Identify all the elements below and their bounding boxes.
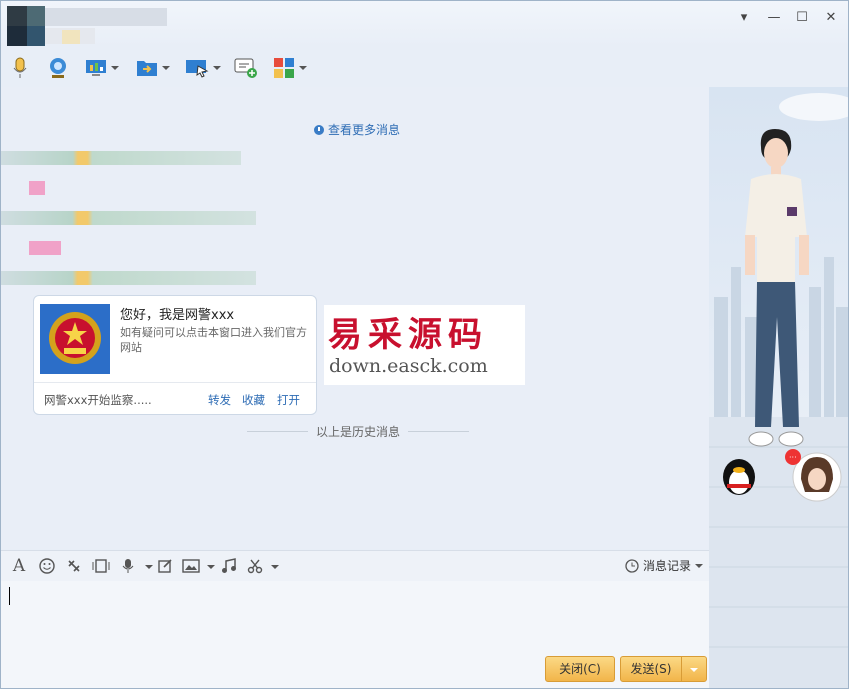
chevron-down-icon <box>695 563 703 568</box>
window-shake-icon[interactable] <box>65 557 83 575</box>
send-button[interactable]: 发送(S) <box>620 656 682 682</box>
chevron-down-icon[interactable] <box>207 565 215 569</box>
view-more-messages-label: 查看更多消息 <box>328 123 401 137</box>
add-chat-button[interactable] <box>234 53 258 83</box>
chevron-down-icon <box>299 66 307 70</box>
screen-share-icon <box>86 60 106 76</box>
screenshot-scissors-icon[interactable] <box>246 557 264 575</box>
message-history-label: 消息记录 <box>642 559 691 573</box>
chevron-down-icon <box>213 66 221 70</box>
chevron-down-icon <box>111 66 119 70</box>
police-message-card[interactable]: 您好，我是网警xxx 如有疑问可以点击本窗口进入我们官方网站 网警xxx开始监察… <box>33 295 317 415</box>
remote-desktop-button[interactable] <box>185 53 221 83</box>
clock-icon <box>625 558 639 573</box>
message-history-button[interactable]: 消息记录 <box>625 557 703 574</box>
file-transfer-button[interactable] <box>136 53 170 83</box>
close-window-button[interactable]: ✕ <box>821 9 841 27</box>
minimize-button[interactable]: — <box>764 9 784 27</box>
chevron-down-icon[interactable] <box>271 565 279 569</box>
edit-note-icon[interactable] <box>156 557 174 575</box>
chat-window: ▾ — ☐ ✕ 查看更多消息 您好，我是网警xxx 如有疑问可以点击本窗口进入我… <box>0 0 849 689</box>
voice-call-button[interactable] <box>11 53 29 83</box>
camera-icon <box>50 58 66 78</box>
watermark-chinese: 易采源码 <box>328 315 488 355</box>
mic-icon <box>13 57 27 78</box>
voice-message-icon[interactable] <box>119 557 137 575</box>
add-chat-icon <box>234 58 257 78</box>
history-divider-label: 以上是历史消息 <box>316 425 401 439</box>
send-options-button[interactable] <box>681 656 707 682</box>
music-icon[interactable] <box>220 557 238 575</box>
open-link[interactable]: 打开 <box>277 392 300 408</box>
emoji-icon[interactable] <box>38 557 56 575</box>
call-toolbar <box>1 51 401 87</box>
window-menu-icon[interactable]: ▾ <box>734 9 754 27</box>
card-title: 您好，我是网警xxx <box>120 308 235 323</box>
apps-icon <box>274 58 294 78</box>
svg-text:···: ··· <box>789 453 797 462</box>
chevron-down-icon <box>162 66 170 70</box>
watermark: 易采源码 down.easck.com <box>324 305 525 385</box>
card-footer: 网警xxx开始监察..... 转发 收藏 打开 <box>34 382 316 415</box>
input-toolbar: A 消息记录 <box>1 550 709 581</box>
chevron-down-icon <box>690 667 698 672</box>
remote-desktop-icon <box>186 60 209 78</box>
clock-icon <box>314 124 324 135</box>
forward-link[interactable]: 转发 <box>208 392 231 408</box>
text-cursor <box>9 587 10 605</box>
contact-avatar-blurred[interactable] <box>7 4 167 46</box>
font-icon[interactable]: A <box>10 556 28 576</box>
file-transfer-icon <box>137 61 157 76</box>
maximize-button[interactable]: ☐ <box>792 9 812 27</box>
title-bar: ▾ — ☐ ✕ <box>1 1 848 47</box>
apps-button[interactable] <box>273 53 307 83</box>
video-call-button[interactable] <box>47 53 69 83</box>
show-panel: ··· <box>709 87 848 688</box>
message-history: 查看更多消息 您好，我是网警xxx 如有疑问可以点击本窗口进入我们官方网站 网警… <box>1 87 709 549</box>
collect-link[interactable]: 收藏 <box>242 392 265 408</box>
chevron-down-icon[interactable] <box>145 565 153 569</box>
image-icon[interactable] <box>182 557 200 575</box>
screen-share-button[interactable] <box>85 53 119 83</box>
card-footer-text: 网警xxx开始监察..... <box>44 393 152 407</box>
police-emblem-icon <box>40 304 110 374</box>
watermark-url: down.easck.com <box>329 355 488 377</box>
card-description: 如有疑问可以点击本窗口进入我们官方网站 <box>120 326 307 354</box>
magic-expression-icon[interactable] <box>92 557 110 575</box>
close-button[interactable]: 关闭(C) <box>545 656 615 682</box>
avatar-show-illustration: ··· <box>709 93 848 688</box>
history-divider: 以上是历史消息 <box>247 423 470 440</box>
view-more-messages-link[interactable]: 查看更多消息 <box>314 121 400 138</box>
